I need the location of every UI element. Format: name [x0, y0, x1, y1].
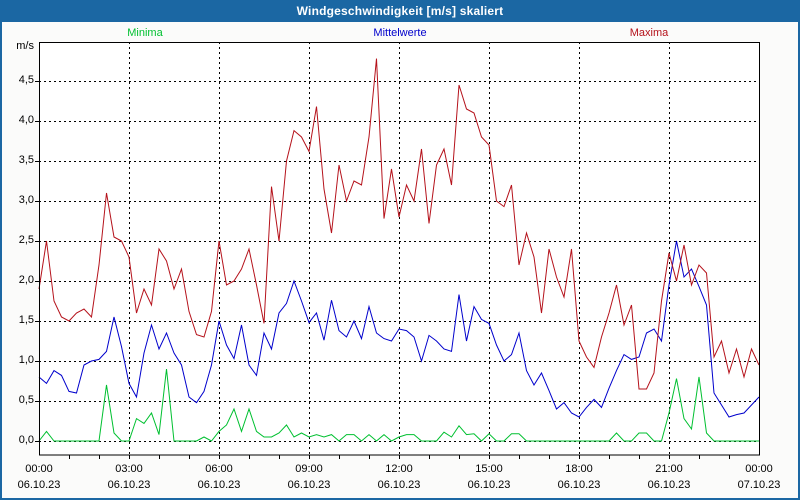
- x-tick-time-label: 06:00: [205, 463, 233, 475]
- x-tick-time-label: 03:00: [115, 463, 143, 475]
- x-tick-time-label: 12:00: [385, 463, 413, 475]
- y-tick-label: 0,0: [18, 434, 34, 446]
- y-tick-label: 1,0: [18, 354, 34, 366]
- y-tick-label: 2,0: [18, 274, 34, 286]
- x-tick-date-label: 06.10.23: [17, 479, 61, 491]
- x-tick-time-label: 00:00: [25, 463, 53, 475]
- wind-speed-chart: [35, 42, 760, 462]
- legend-maxima: Maxima: [629, 27, 669, 39]
- chart-window: Windgeschwindigkeit [m/s] skaliert Minim…: [0, 0, 800, 500]
- x-tick-date-label: 06.10.23: [377, 479, 421, 491]
- y-tick-label: 1,5: [18, 314, 34, 326]
- y-tick-label: 4,0: [18, 114, 34, 126]
- x-tick-time-label: 21:00: [655, 463, 683, 475]
- window-title: Windgeschwindigkeit [m/s] skaliert: [296, 4, 504, 18]
- x-tick-date-label: 06.10.23: [557, 479, 601, 491]
- x-tick-date-label: 06.10.23: [647, 479, 691, 491]
- y-tick-label: 3,5: [18, 154, 34, 166]
- x-tick-date-label: 07.10.23: [737, 479, 781, 491]
- x-tick-date-label: 06.10.23: [197, 479, 241, 491]
- y-tick-label: 3,0: [18, 194, 34, 206]
- y-axis-unit-label: m/s: [16, 40, 34, 52]
- x-tick-date-label: 06.10.23: [287, 479, 331, 491]
- x-tick-date-label: 06.10.23: [467, 479, 511, 491]
- x-tick-time-label: 15:00: [475, 463, 503, 475]
- legend-mittelwerte: Mittelwerte: [373, 27, 427, 39]
- x-tick-time-label: 00:00: [745, 463, 773, 475]
- y-tick-label: 2,5: [18, 234, 34, 246]
- x-tick-date-label: 06.10.23: [107, 479, 151, 491]
- legend-minima: Minima: [127, 27, 163, 39]
- x-tick-time-label: 09:00: [295, 463, 323, 475]
- y-tick-label: 0,5: [18, 394, 34, 406]
- x-tick-time-label: 18:00: [565, 463, 593, 475]
- window-titlebar[interactable]: Windgeschwindigkeit [m/s] skaliert: [0, 0, 800, 22]
- y-tick-label: 4,5: [18, 74, 34, 86]
